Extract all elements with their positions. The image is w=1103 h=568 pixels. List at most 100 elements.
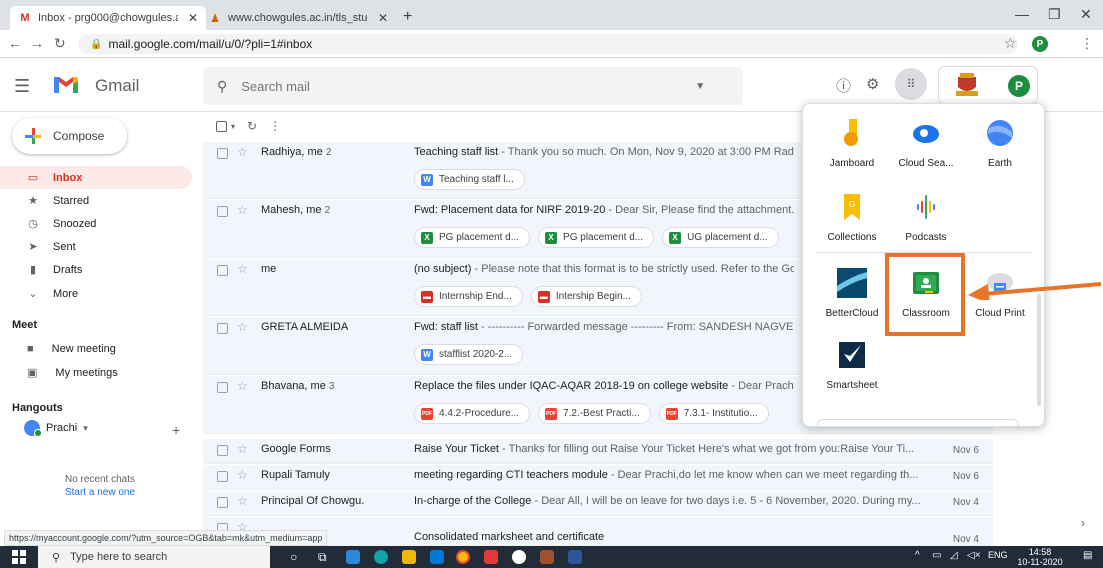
main-menu-icon[interactable]: ☰	[14, 76, 30, 97]
start-new-chat-link[interactable]: Start a new one	[0, 487, 200, 498]
sidebar-item-sent[interactable]: ➤ Sent	[0, 235, 192, 258]
mail-row[interactable]: ☆ Google Forms Raise Your Ticket - Thank…	[203, 439, 993, 464]
back-icon[interactable]: ←	[8, 35, 22, 51]
star-icon[interactable]: ☆	[237, 203, 248, 217]
row-checkbox[interactable]	[217, 323, 228, 334]
browser-tab-chowgules[interactable]: ♟ www.chowgules.ac.in/tls_student ✕	[200, 6, 396, 30]
app-cloud-search[interactable]: Cloud Sea...	[889, 118, 963, 169]
attachment-chip[interactable]: Wstafflist 2020-2...	[414, 344, 524, 365]
chrome-browser-icon[interactable]	[456, 550, 470, 564]
cortana-icon[interactable]: ○	[290, 550, 297, 564]
search-input[interactable]	[241, 78, 682, 94]
close-tab-icon[interactable]: ✕	[188, 11, 198, 25]
file-explorer-icon[interactable]	[402, 550, 416, 564]
hangouts-user-selector[interactable]: Prachi ▾	[24, 420, 88, 437]
attachment-chip[interactable]: PDF 7.2.-Best Practi...	[538, 403, 651, 424]
row-checkbox[interactable]	[217, 206, 228, 217]
url-field[interactable]: 🔒 mail.google.com/mail/u/0/?pli=1#inbox	[78, 34, 1018, 54]
attachment-chip[interactable]: X PG placement d...	[538, 227, 655, 248]
mail-row[interactable]: ☆ Rupali Tamuly meeting regarding CTI te…	[203, 465, 993, 490]
browser-profile-avatar[interactable]: P	[1032, 36, 1048, 52]
app-white-icon[interactable]	[512, 550, 526, 564]
account-box[interactable]: P	[938, 66, 1038, 104]
account-avatar[interactable]: P	[1008, 75, 1030, 97]
edge-browser-icon[interactable]	[374, 550, 388, 564]
sidebar-item-drafts[interactable]: ▮ Drafts	[0, 258, 192, 281]
browser-tab-inbox[interactable]: M Inbox - prg000@chowgules.ac.in ✕	[10, 6, 207, 30]
settings-gear-icon[interactable]: ⚙	[866, 75, 879, 93]
app-podcasts[interactable]: Podcasts	[889, 192, 963, 243]
star-icon[interactable]: ☆	[237, 262, 248, 276]
task-view-icon[interactable]: ⧉	[318, 550, 327, 565]
star-icon[interactable]: ☆	[237, 494, 248, 508]
app-bettercloud[interactable]: BetterCloud	[815, 268, 889, 319]
tray-chevron-up-icon[interactable]: ^	[915, 550, 920, 561]
more-actions-icon[interactable]: ⋮	[269, 119, 281, 133]
google-apps-icon[interactable]: ⠿	[895, 68, 927, 100]
search-options-icon[interactable]: ▼	[695, 81, 705, 92]
windows-start-icon[interactable]	[12, 550, 26, 564]
new-meeting-link[interactable]: ■ New meeting	[27, 343, 116, 355]
minimize-icon[interactable]: —	[1015, 6, 1029, 22]
row-checkbox[interactable]	[217, 497, 228, 508]
attachment-chip[interactable]: PDF 4.4.2-Procedure...	[414, 403, 531, 424]
row-checkbox[interactable]	[217, 471, 228, 482]
notifications-icon[interactable]: ▤	[1083, 550, 1092, 561]
more-apps-button[interactable]	[817, 419, 1019, 426]
taskbar-clock[interactable]: 14:58 10-11-2020	[1015, 547, 1065, 567]
star-icon[interactable]: ☆	[237, 145, 248, 159]
sidebar-item-more[interactable]: ⌄ More	[0, 282, 192, 305]
close-window-icon[interactable]: ✕	[1080, 6, 1092, 23]
attachment-chip[interactable]: X UG placement d...	[662, 227, 779, 248]
battery-icon[interactable]: ▭	[932, 550, 941, 561]
gmail-logo-icon[interactable]	[52, 73, 80, 95]
star-icon[interactable]: ☆	[237, 468, 248, 482]
star-icon[interactable]: ☆	[237, 379, 248, 393]
attachment-chip[interactable]: PDF 7.3.1- Institutio...	[658, 403, 769, 424]
row-checkbox[interactable]	[217, 265, 228, 276]
row-checkbox[interactable]	[217, 148, 228, 159]
attachment-chip[interactable]: W Teaching staff l...	[414, 169, 525, 190]
app-earth[interactable]: Earth	[963, 118, 1037, 169]
sidebar-item-snoozed[interactable]: ◷ Snoozed	[0, 212, 192, 235]
my-meetings-link[interactable]: ▣ My meetings	[27, 366, 118, 380]
close-tab-icon[interactable]: ✕	[378, 11, 388, 25]
app-collections[interactable]: G Collections	[815, 192, 889, 243]
attachment-chip[interactable]: ▬ Intership Begin...	[530, 286, 642, 307]
volume-icon[interactable]: ◁×	[967, 550, 981, 561]
taskbar-search-box[interactable]: ⚲ Type here to search	[38, 546, 270, 568]
help-icon[interactable]: ⓘ	[836, 75, 851, 96]
word-app-icon[interactable]	[568, 550, 582, 564]
file-manager-icon[interactable]	[346, 550, 360, 564]
app-smartsheet[interactable]: Smartsheet	[815, 340, 889, 391]
reload-icon[interactable]: ↻	[54, 35, 66, 52]
select-dropdown-icon[interactable]: ▾	[231, 122, 235, 131]
mail-row[interactable]: ☆ Principal Of Chowgu. In-charge of the …	[203, 491, 993, 516]
new-chat-plus-icon[interactable]: +	[172, 422, 180, 438]
star-icon[interactable]: ☆	[237, 320, 248, 334]
sidebar-item-inbox[interactable]: ▭ Inbox	[0, 166, 192, 189]
bookmark-star-icon[interactable]: ☆	[1004, 35, 1017, 52]
app-red-icon[interactable]	[484, 550, 498, 564]
app-jamboard[interactable]: Jamboard	[815, 118, 889, 169]
language-indicator[interactable]: ENG	[988, 550, 1008, 560]
sidebar-item-starred[interactable]: ★ Starred	[0, 189, 192, 212]
attachment-chip[interactable]: ▬ Internship End...	[414, 286, 523, 307]
row-checkbox[interactable]	[217, 382, 228, 393]
forward-icon[interactable]: →	[30, 35, 44, 51]
apps-panel-scrollbar[interactable]	[1037, 294, 1041, 406]
mail-app-icon[interactable]	[430, 550, 444, 564]
compose-button[interactable]: Compose	[12, 118, 127, 154]
refresh-icon[interactable]: ↻	[247, 119, 257, 133]
star-icon[interactable]: ☆	[237, 442, 248, 456]
attachment-chip[interactable]: X PG placement d...	[414, 227, 531, 248]
browser-menu-icon[interactable]: ⋮	[1080, 35, 1094, 52]
app-emblem-icon[interactable]	[540, 550, 554, 564]
select-all-checkbox[interactable]	[216, 120, 227, 132]
new-tab-button[interactable]: +	[403, 8, 412, 26]
network-icon[interactable]: ◿	[950, 550, 958, 561]
row-checkbox[interactable]	[217, 445, 228, 456]
maximize-icon[interactable]: ❐	[1048, 6, 1061, 23]
search-icon[interactable]: ⚲	[217, 78, 227, 95]
expand-side-panel-icon[interactable]: ›	[1081, 516, 1085, 530]
